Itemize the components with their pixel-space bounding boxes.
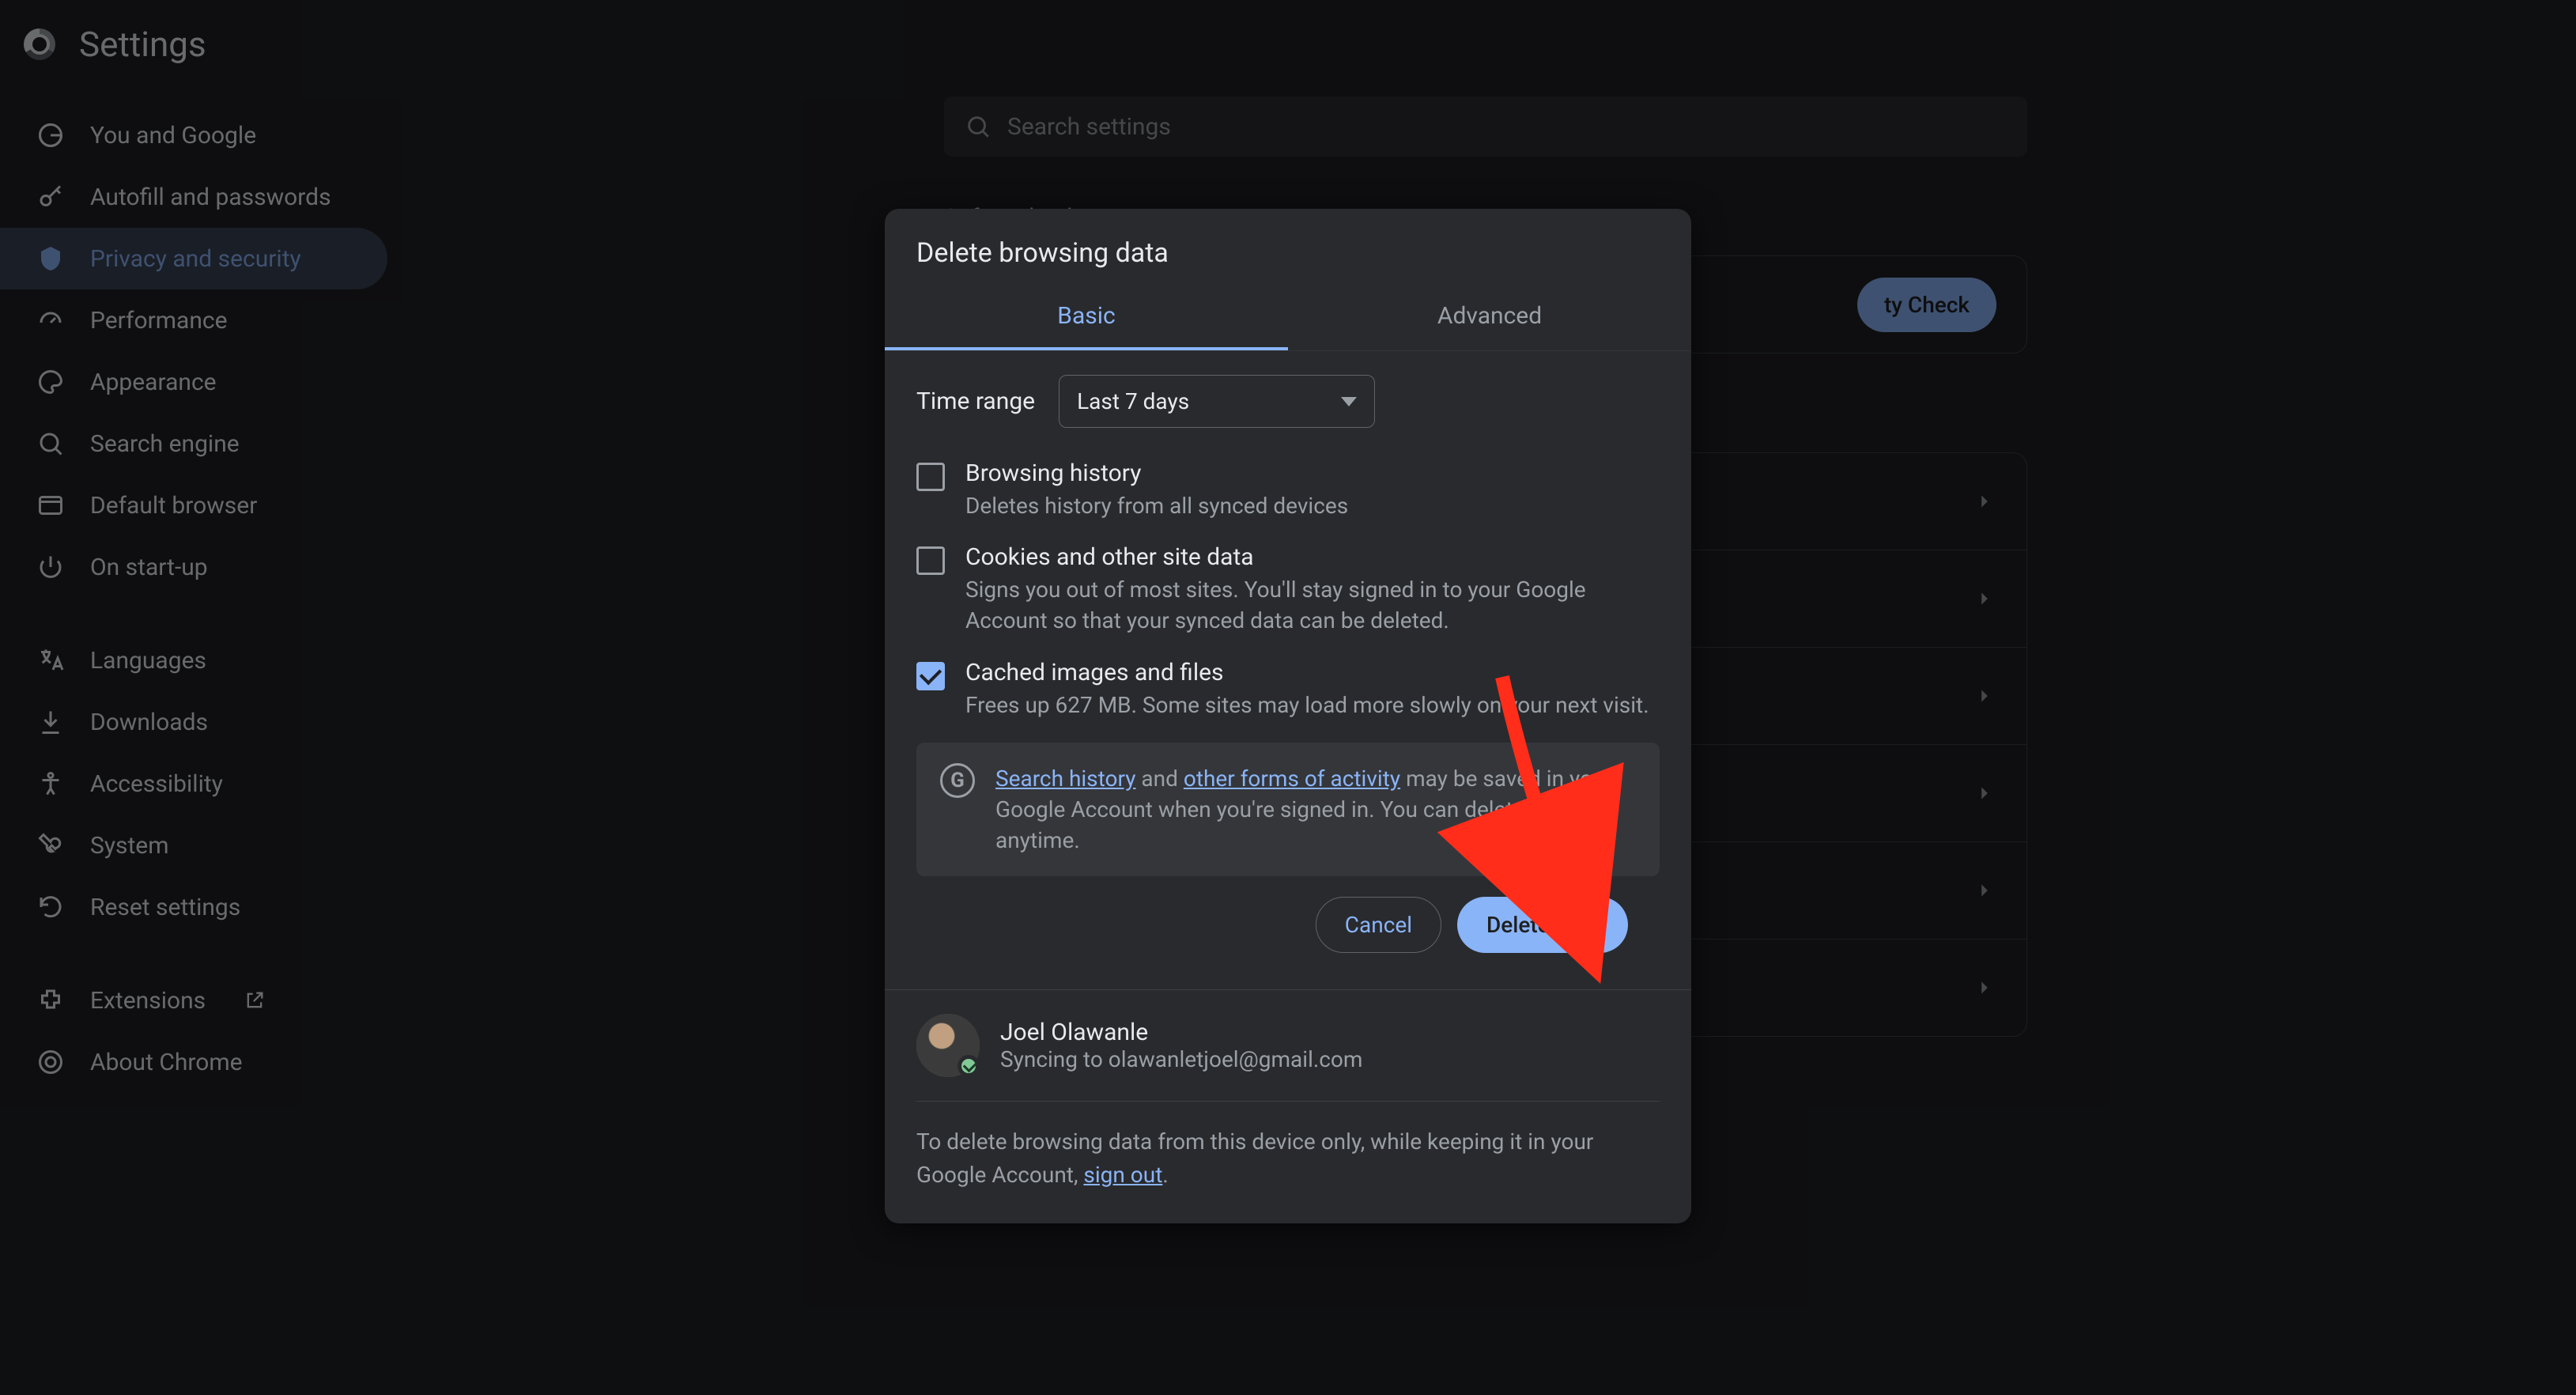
google-g-icon: G	[940, 763, 975, 798]
user-sync-status: Syncing to olawanletjoel@gmail.com	[1000, 1046, 1362, 1072]
option-cookies[interactable]: Cookies and other site data Signs you ou…	[916, 532, 1660, 647]
search-history-link[interactable]: Search history	[995, 766, 1135, 792]
option-subtitle: Signs you out of most sites. You'll stay…	[965, 574, 1660, 636]
delete-browsing-data-dialog: Delete browsing data Basic Advanced Time…	[885, 209, 1691, 1223]
option-subtitle: Deletes history from all synced devices	[965, 490, 1660, 521]
dialog-tabs: Basic Advanced	[885, 285, 1691, 350]
option-cached-images[interactable]: Cached images and files Frees up 627 MB.…	[916, 648, 1660, 732]
option-title: Cached images and files	[965, 659, 1660, 686]
avatar	[916, 1014, 980, 1077]
info-text: Search history and other forms of activi…	[995, 763, 1636, 856]
user-name: Joel Olawanle	[1000, 1019, 1362, 1046]
footer-text: To delete browsing data from this device…	[916, 1125, 1660, 1192]
tab-basic[interactable]: Basic	[885, 285, 1288, 350]
chevron-down-icon	[1341, 397, 1357, 406]
google-account-info: G Search history and other forms of acti…	[916, 743, 1660, 877]
option-subtitle: Frees up 627 MB. Some sites may load mor…	[965, 690, 1660, 720]
sign-out-link[interactable]: sign out	[1083, 1162, 1162, 1188]
time-range-select[interactable]: Last 7 days	[1059, 375, 1375, 428]
time-range-value: Last 7 days	[1077, 388, 1189, 414]
dialog-title: Delete browsing data	[916, 237, 1660, 269]
checkbox[interactable]	[916, 463, 945, 491]
checkbox[interactable]	[916, 662, 945, 690]
signed-in-user: Joel Olawanle Syncing to olawanletjoel@g…	[916, 1014, 1660, 1077]
option-title: Cookies and other site data	[965, 543, 1660, 571]
delete-data-button[interactable]: Delete data	[1457, 897, 1628, 953]
time-range-label: Time range	[916, 388, 1035, 415]
sync-badge-icon	[958, 1055, 980, 1077]
option-title: Browsing history	[965, 459, 1660, 487]
other-activity-link[interactable]: other forms of activity	[1184, 766, 1400, 792]
cancel-button[interactable]: Cancel	[1316, 897, 1441, 953]
checkbox[interactable]	[916, 546, 945, 575]
tab-advanced[interactable]: Advanced	[1288, 285, 1691, 350]
option-browsing-history[interactable]: Browsing history Deletes history from al…	[916, 448, 1660, 532]
